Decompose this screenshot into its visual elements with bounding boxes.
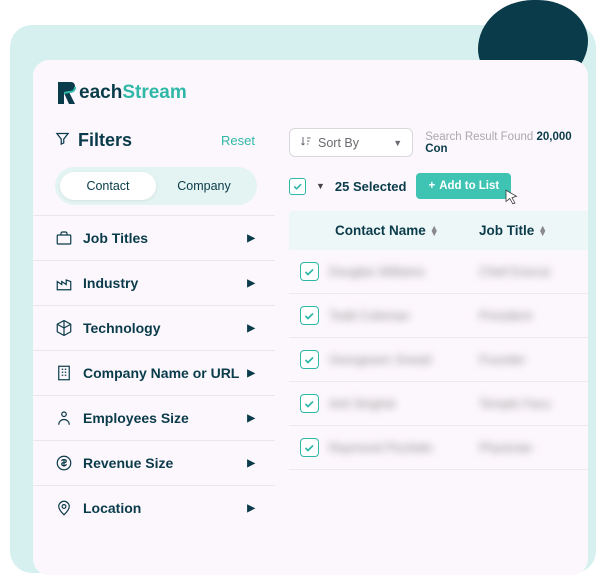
row-checkbox[interactable] (300, 438, 319, 457)
filter-employees-size[interactable]: Employees Size ▶ (33, 395, 275, 440)
person-icon (55, 409, 73, 427)
factory-icon (55, 274, 73, 292)
job-title: Temple Facu (479, 397, 588, 411)
chevron-right-icon: ▶ (247, 368, 255, 379)
brand-logo: eachStream (55, 80, 588, 106)
cursor-icon (503, 188, 521, 209)
chevron-down-icon: ▼ (393, 138, 402, 148)
briefcase-icon (55, 229, 73, 247)
filter-job-titles[interactable]: Job Titles ▶ (33, 215, 275, 260)
chevron-right-icon: ▶ (247, 323, 255, 334)
plus-icon: + (428, 180, 435, 192)
column-job-title[interactable]: Job Title ▲▼ (479, 223, 588, 238)
contact-name: Douglas Williams (329, 265, 479, 279)
row-checkbox[interactable] (300, 394, 319, 413)
reset-button[interactable]: Reset (221, 133, 255, 148)
filter-label: Location (83, 500, 141, 516)
sort-label: Sort By (318, 136, 359, 150)
table-header: Contact Name ▲▼ Job Title ▲▼ (289, 211, 588, 250)
filter-label: Job Titles (83, 230, 148, 246)
filter-industry[interactable]: Industry ▶ (33, 260, 275, 305)
filter-label: Revenue Size (83, 455, 173, 471)
filter-location[interactable]: Location ▶ (33, 485, 275, 530)
table-row[interactable]: Anil Singhal Temple Facu (289, 382, 588, 426)
chevron-right-icon: ▶ (247, 458, 255, 469)
chevron-right-icon: ▶ (247, 413, 255, 424)
table-row[interactable]: Todd Coleman President (289, 294, 588, 338)
contact-name: Georgeann Snead (329, 353, 479, 367)
filter-type-toggle: Contact Company (55, 167, 257, 205)
chevron-right-icon: ▶ (247, 278, 255, 289)
tab-contact[interactable]: Contact (60, 172, 156, 200)
filters-sidebar: Filters Reset Contact Company Job Titles… (33, 124, 275, 530)
contact-name: Anil Singhal (329, 397, 479, 411)
row-checkbox[interactable] (300, 262, 319, 281)
sort-by-dropdown[interactable]: Sort By ▼ (289, 128, 413, 157)
column-contact-name[interactable]: Contact Name ▲▼ (329, 223, 479, 238)
contact-name: Raymond Pizzitalo (329, 441, 479, 455)
filter-icon (55, 130, 70, 151)
filter-label: Industry (83, 275, 138, 291)
dollar-icon (55, 454, 73, 472)
sort-arrows-icon: ▲▼ (430, 226, 439, 236)
logo-mark-icon (55, 80, 77, 106)
search-result-count: Search Result Found 20,000 Con (425, 131, 588, 155)
table-row[interactable]: Georgeann Snead Founder (289, 338, 588, 382)
filter-technology[interactable]: Technology ▶ (33, 305, 275, 350)
chevron-right-icon: ▶ (247, 233, 255, 244)
building-icon (55, 364, 73, 382)
row-checkbox[interactable] (300, 306, 319, 325)
job-title: Founder (479, 353, 588, 367)
table-row[interactable]: Raymond Pizzitalo Physician (289, 426, 588, 470)
tab-company[interactable]: Company (156, 172, 252, 200)
select-dropdown-caret[interactable]: ▼ (316, 181, 325, 191)
logo-text-1: each (79, 82, 122, 104)
logo-text-2: Stream (122, 82, 186, 104)
add-to-list-button[interactable]: + Add to List (416, 173, 511, 199)
filter-revenue-size[interactable]: Revenue Size ▶ (33, 440, 275, 485)
chevron-right-icon: ▶ (247, 503, 255, 514)
sort-icon (300, 135, 312, 150)
app-panel: eachStream Filters Reset Contact Company (33, 60, 588, 575)
filter-label: Employees Size (83, 410, 189, 426)
contact-name: Todd Coleman (329, 309, 479, 323)
filters-heading: Filters (78, 130, 132, 151)
job-title: Chief Execut (479, 265, 588, 279)
filter-label: Company Name or URL (83, 365, 239, 381)
filter-label: Technology (83, 320, 161, 336)
sort-arrows-icon: ▲▼ (538, 226, 547, 236)
selected-count: 25 Selected (335, 179, 407, 194)
row-checkbox[interactable] (300, 350, 319, 369)
job-title: President (479, 309, 588, 323)
filter-company-name[interactable]: Company Name or URL ▶ (33, 350, 275, 395)
table-row[interactable]: Douglas Williams Chief Execut (289, 250, 588, 294)
results-panel: Sort By ▼ Search Result Found 20,000 Con… (275, 124, 588, 530)
cube-icon (55, 319, 73, 337)
select-all-checkbox[interactable] (289, 178, 306, 195)
pin-icon (55, 499, 73, 517)
job-title: Physician (479, 441, 588, 455)
